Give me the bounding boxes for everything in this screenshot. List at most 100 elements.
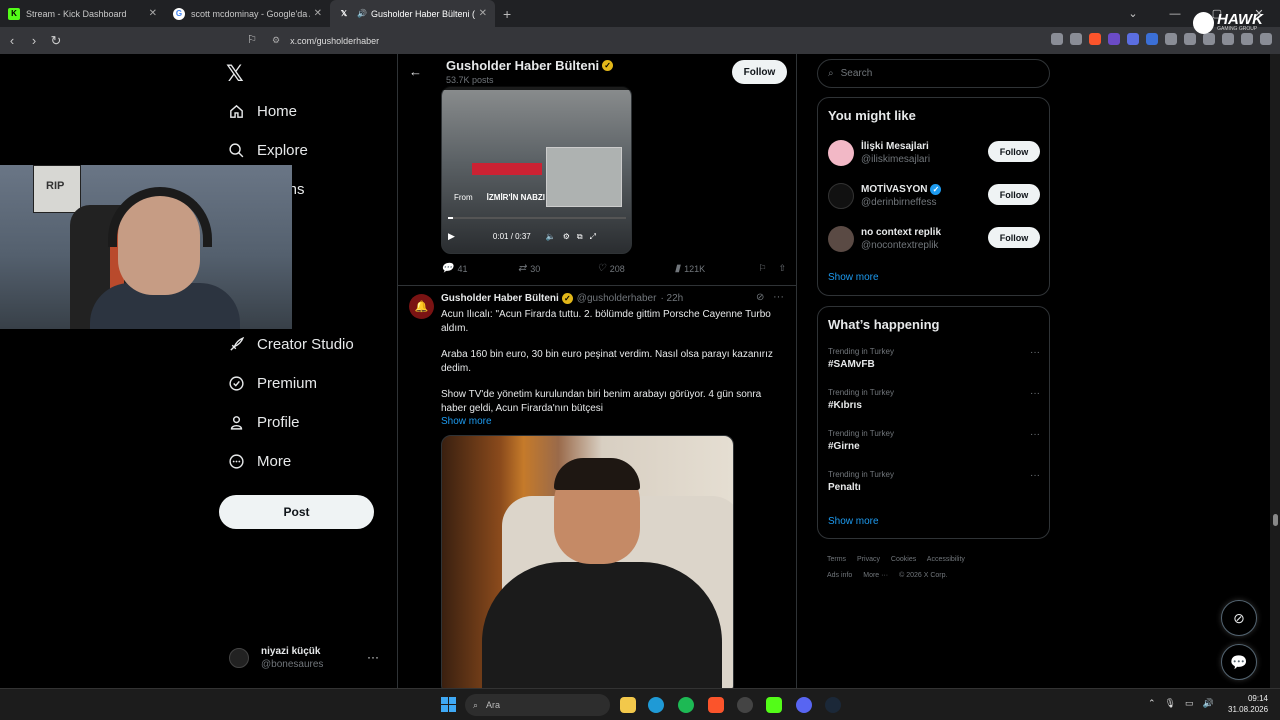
cast-icon[interactable] xyxy=(1070,33,1082,45)
footer-link[interactable]: Cookies xyxy=(891,556,916,563)
follow-button[interactable]: Follow xyxy=(988,184,1040,205)
show-more-link[interactable]: Show more xyxy=(441,416,492,427)
nav-explore[interactable]: Explore xyxy=(227,141,308,159)
search-input[interactable]: ⌕ Search xyxy=(817,59,1050,88)
obs-icon[interactable] xyxy=(737,697,753,713)
nav-creator-studio[interactable]: Creator Studio xyxy=(227,335,354,353)
new-tab-icon[interactable]: + xyxy=(503,6,511,22)
trend-context: Trending in Turkey xyxy=(828,347,894,356)
steam-icon[interactable] xyxy=(825,697,841,713)
more-dots-icon[interactable]: ··· xyxy=(773,291,784,303)
nav-profile[interactable]: Profile xyxy=(227,413,300,431)
footer-link[interactable]: More ··· xyxy=(863,572,888,579)
account-switcher[interactable]: niyazi küçük @bonesaures ··· xyxy=(229,642,389,674)
extension-icon[interactable] xyxy=(1127,33,1139,45)
chevron-up-icon[interactable]: ⌃ xyxy=(1148,698,1156,709)
close-tab-icon[interactable]: ✕ xyxy=(149,8,157,19)
grok-button[interactable]: ⊘ xyxy=(1221,600,1257,636)
browser-tab-kick[interactable]: K Stream - Kick Dashboard ✕ xyxy=(0,0,165,27)
tweet-time[interactable]: · 22h xyxy=(660,293,683,304)
suggested-user[interactable]: MOTİVASYON ✓ @derinbirneffess Follow xyxy=(828,180,1040,212)
trend-item[interactable]: Trending in Turkey Penaltı ··· xyxy=(828,470,1040,493)
bookmark-icon[interactable]: ⚐ xyxy=(758,263,778,274)
settings-icon[interactable]: ⚙ xyxy=(563,232,570,241)
site-settings-icon[interactable]: ⚙ xyxy=(272,35,280,46)
show-more-link[interactable]: Show more xyxy=(828,516,879,527)
nav-premium[interactable]: Premium xyxy=(227,374,317,392)
suggested-user[interactable]: İlişki Mesajlari @iliskimesajlari Follow xyxy=(828,137,1040,169)
x-logo[interactable]: 𝕏 xyxy=(226,62,244,87)
brave-icon[interactable] xyxy=(708,697,724,713)
footer-link[interactable]: Accessibility xyxy=(927,556,965,563)
file-explorer-icon[interactable] xyxy=(620,697,636,713)
grok-icon[interactable]: ⊘ xyxy=(756,292,764,303)
minimize-icon[interactable]: — xyxy=(1154,8,1196,20)
nav-home[interactable]: Home xyxy=(227,102,297,120)
close-tab-icon[interactable]: ✕ xyxy=(479,8,487,19)
tab-list-icon[interactable]: ⌄ xyxy=(1112,7,1154,20)
more-dots-icon[interactable]: ··· xyxy=(1030,388,1040,399)
share-icon[interactable]: ⇧ xyxy=(778,263,786,274)
footer-link[interactable]: Terms xyxy=(827,556,846,563)
author-name[interactable]: Gusholder Haber Bülteni xyxy=(441,293,559,304)
brave-rewards-icon[interactable] xyxy=(1108,33,1120,45)
author-avatar[interactable]: 🔔 xyxy=(409,294,434,319)
suggested-user[interactable]: no context replik @nocontextreplik Follo… xyxy=(828,223,1040,255)
more-dots-icon[interactable]: ··· xyxy=(1030,429,1040,440)
messages-button[interactable]: 💬 xyxy=(1221,644,1257,680)
close-tab-icon[interactable]: ✕ xyxy=(314,8,322,19)
reload-icon[interactable]: ↻ xyxy=(46,33,66,49)
mic-icon[interactable]: 🎙 xyxy=(1165,698,1176,709)
volume-icon[interactable]: 🔈 xyxy=(546,232,556,241)
reply-action[interactable]: 💬 41 xyxy=(441,263,518,274)
more-dots-icon[interactable]: ··· xyxy=(367,650,379,664)
back-arrow-icon[interactable]: ← xyxy=(409,64,422,79)
fullscreen-icon[interactable]: ⤢ xyxy=(590,232,596,242)
like-action[interactable]: ♡ 208 xyxy=(597,263,675,274)
follow-button[interactable]: Follow xyxy=(732,60,787,84)
more-dots-icon[interactable]: ··· xyxy=(1030,347,1040,358)
trend-item[interactable]: Trending in Turkey #Kıbrıs ··· xyxy=(828,388,1040,411)
video-progress-bar[interactable] xyxy=(448,217,626,219)
network-icon[interactable]: ▭ xyxy=(1185,698,1194,709)
post-button[interactable]: Post xyxy=(219,495,374,529)
scrollbar[interactable] xyxy=(1270,54,1280,688)
play-icon[interactable]: ▶ xyxy=(448,231,455,242)
browser-tab-google[interactable]: G scott mcdominay - Google'da Ara ✕ xyxy=(165,0,330,27)
follow-button[interactable]: Follow xyxy=(988,227,1040,248)
puzzle-icon[interactable] xyxy=(1165,33,1177,45)
back-icon[interactable]: ‹ xyxy=(2,33,22,48)
audio-icon[interactable]: 🔊 xyxy=(356,8,368,20)
more-dots-icon[interactable]: ··· xyxy=(1030,470,1040,481)
follow-button[interactable]: Follow xyxy=(988,141,1040,162)
trend-item[interactable]: Trending in Turkey #Girne ··· xyxy=(828,429,1040,452)
tweet-video[interactable]: From İZMİR'İN NABZI ▶ 0:01 / 0:37 🔈 ⚙ ⧉ … xyxy=(441,86,632,254)
extension-icon[interactable] xyxy=(1146,33,1158,45)
pip-icon[interactable]: ⧉ xyxy=(577,232,583,242)
forward-icon[interactable]: › xyxy=(24,33,44,48)
bookmark-icon[interactable]: ⚐ xyxy=(242,33,262,46)
edge-icon[interactable] xyxy=(648,697,664,713)
author-handle[interactable]: @gusholderhaber xyxy=(577,293,657,304)
trend-item[interactable]: Trending in Turkey #SAMvFB ··· xyxy=(828,347,1040,370)
repost-action[interactable]: ⇄ 30 xyxy=(518,263,597,274)
address-bar[interactable]: ⚙ x.com/gusholderhaber xyxy=(262,31,992,50)
clock[interactable]: 09:14 31.08.2026 xyxy=(1228,693,1268,715)
scrollbar-thumb[interactable] xyxy=(1273,514,1278,526)
kick-icon[interactable] xyxy=(766,697,782,713)
start-button[interactable] xyxy=(441,697,456,712)
brave-shield-icon[interactable] xyxy=(1089,33,1101,45)
tweet-photo[interactable] xyxy=(441,435,734,688)
taskbar-search[interactable]: ⌕ Ara xyxy=(465,694,610,716)
show-more-link[interactable]: Show more xyxy=(828,272,879,283)
browser-tab-x[interactable]: 𝕏 🔊 Gusholder Haber Bülteni (@g ✕ xyxy=(330,0,495,27)
translate-icon[interactable] xyxy=(1051,33,1063,45)
trend-context: Trending in Turkey xyxy=(828,388,894,397)
volume-icon[interactable]: 🔊 xyxy=(1203,698,1214,709)
views-action[interactable]: ▮ 121K xyxy=(675,263,759,274)
discord-icon[interactable] xyxy=(796,697,812,713)
footer-link[interactable]: Ads info xyxy=(827,572,852,579)
footer-link[interactable]: Privacy xyxy=(857,556,880,563)
spotify-icon[interactable] xyxy=(678,697,694,713)
nav-more[interactable]: More xyxy=(227,452,291,470)
